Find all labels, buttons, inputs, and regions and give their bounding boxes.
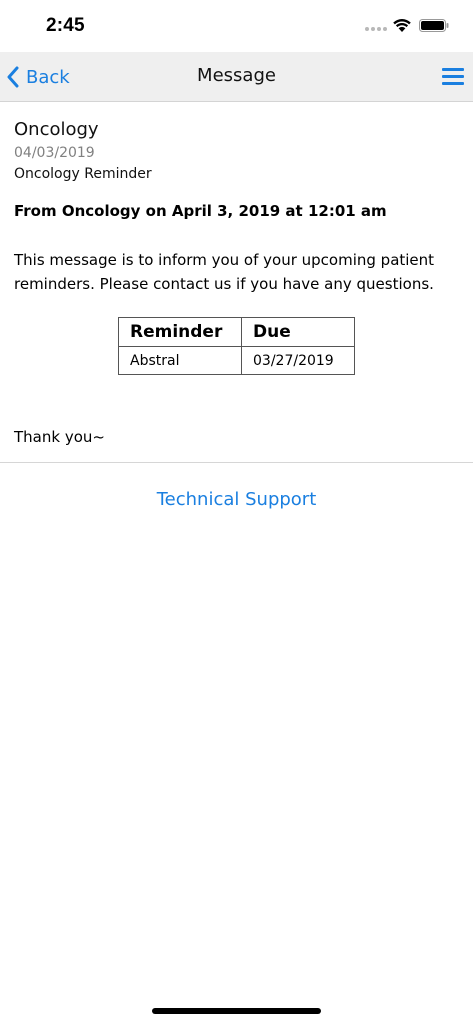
reminder-table: Reminder Due Abstral 03/27/2019 (118, 317, 355, 375)
battery-icon (419, 19, 449, 32)
status-bar: 2:45 (0, 0, 473, 52)
hamburger-menu-icon[interactable] (442, 67, 464, 87)
message-date: 04/03/2019 (14, 145, 95, 161)
page-title: Message (197, 65, 276, 86)
column-header-due: Due (241, 317, 355, 347)
message-from-line: From Oncology on April 3, 2019 at 12:01 … (14, 202, 387, 220)
status-time: 2:45 (46, 15, 85, 36)
divider (0, 462, 473, 463)
technical-support-link[interactable]: Technical Support (0, 489, 473, 510)
message-subject: Oncology Reminder (14, 166, 152, 182)
cellular-signal-icon (365, 27, 387, 31)
screen: 2:45 Back Message Oncology 04/03/2019 On… (0, 0, 473, 1024)
message-sender: Oncology (14, 119, 99, 140)
message-body: This message is to inform you of your up… (14, 251, 435, 293)
reminder-cell: Abstral (118, 346, 242, 375)
wifi-icon (393, 19, 411, 32)
table-row: Abstral 03/27/2019 (118, 346, 355, 375)
navigation-bar: Back Message (0, 52, 473, 102)
due-date-cell: 03/27/2019 (241, 346, 355, 375)
column-header-reminder: Reminder (118, 317, 242, 347)
table-header-row: Reminder Due (118, 317, 355, 347)
message-closing: Thank you~ (14, 428, 105, 446)
home-indicator[interactable] (152, 1008, 321, 1014)
